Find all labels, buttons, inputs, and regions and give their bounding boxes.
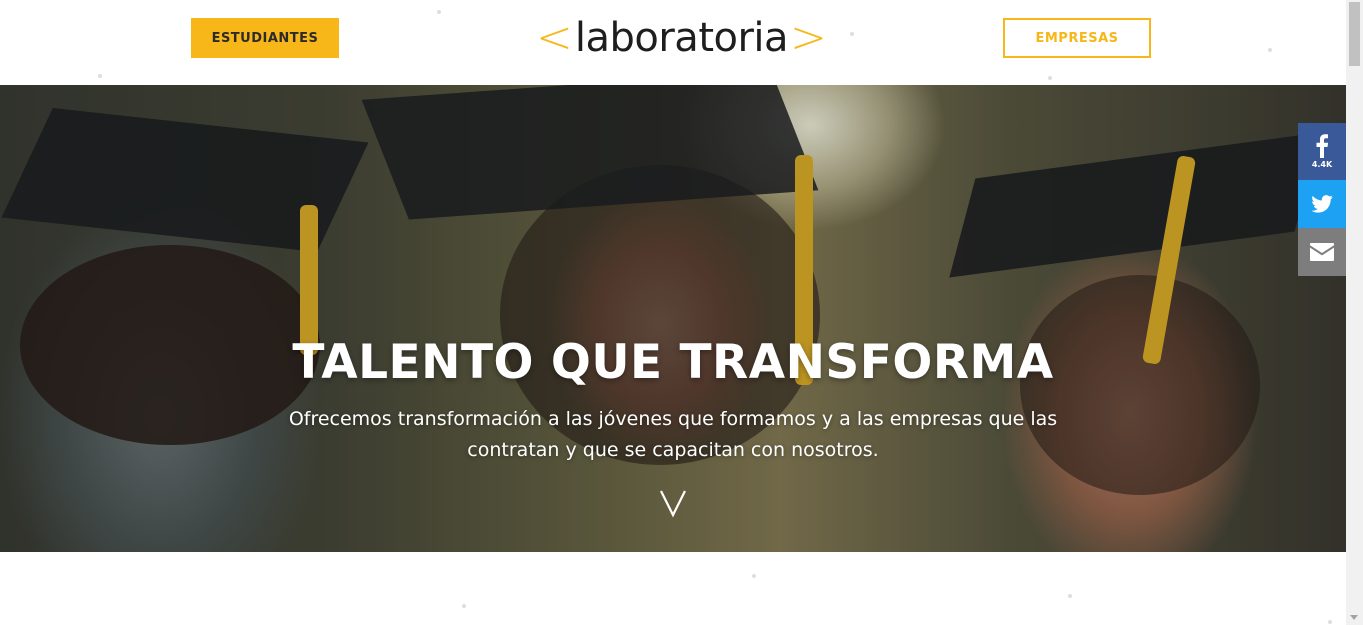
hero-subtitle: Ofrecemos transformación a las jóvenes q… <box>288 408 1058 461</box>
site-header: ESTUDIANTES < laboratoria > EMPRESAS <box>0 0 1346 85</box>
snow-dot <box>1268 48 1272 52</box>
logo-wordmark: laboratoria <box>574 15 789 61</box>
page-scrollbar[interactable] <box>1346 0 1363 625</box>
snow-dot <box>752 574 756 578</box>
snow-dot <box>850 32 854 36</box>
scroll-down-arrow-icon[interactable] <box>1350 615 1358 620</box>
facebook-share-button[interactable]: 4.4K <box>1298 123 1346 180</box>
snow-dot <box>1328 620 1332 624</box>
snow-dot <box>1068 594 1072 598</box>
snow-dot <box>462 604 466 608</box>
logo-open-bracket: < <box>536 12 573 63</box>
facebook-share-count: 4.4K <box>1311 160 1333 169</box>
email-icon <box>1310 243 1334 261</box>
snow-dot <box>98 74 102 78</box>
facebook-icon <box>1316 134 1329 158</box>
twitter-share-button[interactable] <box>1298 180 1346 228</box>
hero-banner: TALENTO QUE TRANSFORMA Ofrecemos transfo… <box>0 85 1346 552</box>
hero-title: TALENTO QUE TRANSFORMA <box>292 335 1054 390</box>
twitter-icon <box>1311 195 1333 213</box>
students-button[interactable]: ESTUDIANTES <box>191 18 339 58</box>
logo-close-bracket: > <box>790 12 827 63</box>
companies-button[interactable]: EMPRESAS <box>1003 18 1151 58</box>
chevron-down-icon[interactable] <box>658 488 688 523</box>
snow-dot <box>1048 76 1052 80</box>
page: ESTUDIANTES < laboratoria > EMPRESAS TAL… <box>0 0 1363 625</box>
laboratoria-logo[interactable]: < laboratoria > <box>536 10 827 66</box>
snow-dot <box>437 10 441 14</box>
hero-content: TALENTO QUE TRANSFORMA Ofrecemos transfo… <box>0 85 1346 552</box>
social-share-bar: 4.4K <box>1298 123 1346 276</box>
email-share-button[interactable] <box>1298 228 1346 276</box>
scrollbar-thumb[interactable] <box>1349 2 1360 66</box>
